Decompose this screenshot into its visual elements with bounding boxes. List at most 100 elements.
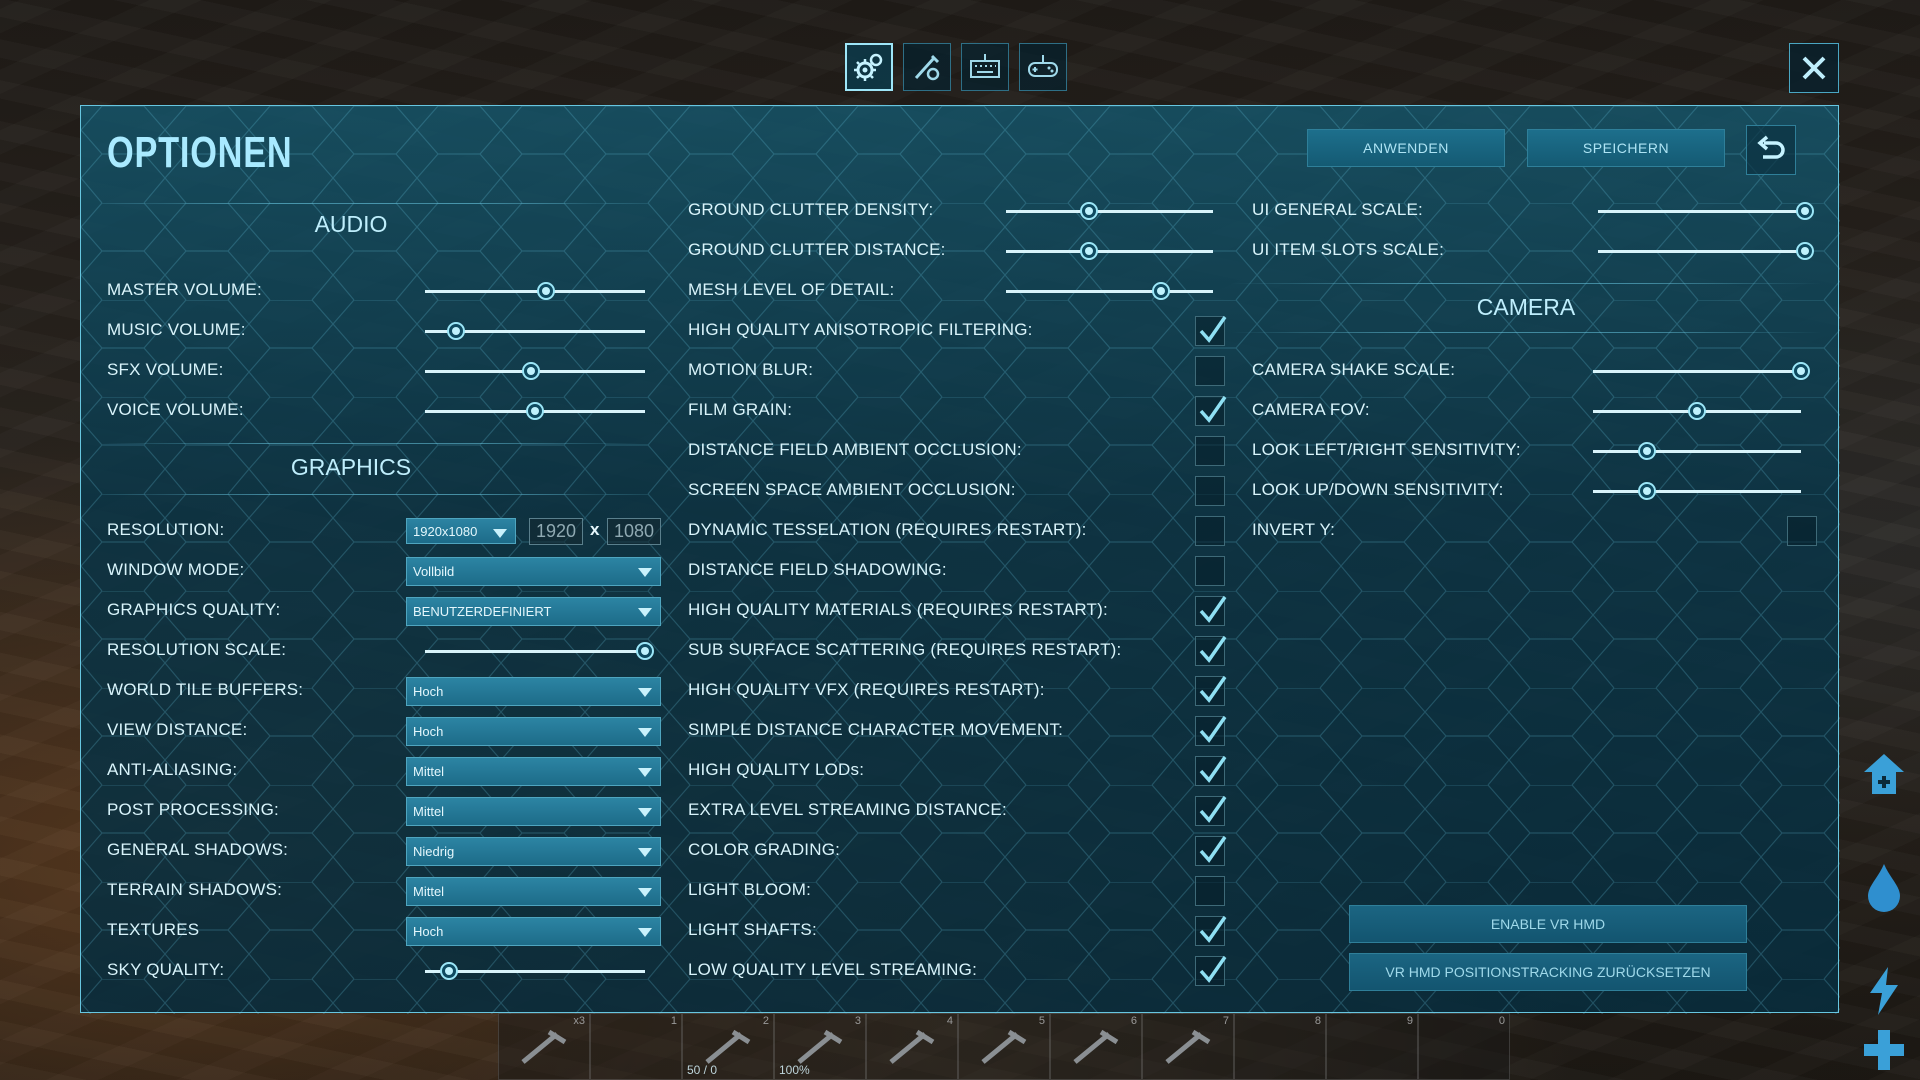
checkbox-label: DYNAMIC TESSELATION (REQUIRES RESTART): [688,520,1087,539]
look-lr-sensitivity-slider[interactable] [1593,440,1801,462]
slider-knob[interactable] [1079,202,1098,220]
terrain-shadows-select[interactable]: Mittel [406,877,661,906]
checkmark-icon [1199,956,1227,983]
chevron-down-icon [638,888,652,897]
invert-y-label: INVERT Y: [1252,520,1336,539]
sfx-volume-slider[interactable] [425,360,645,382]
slider-track [1598,250,1805,253]
option-checkbox[interactable] [1195,356,1225,386]
slider-knob[interactable] [1688,402,1706,420]
slider-knob[interactable] [1638,442,1657,460]
post-processing-select[interactable]: Mittel [406,797,661,826]
slot-number: 8 [1314,1015,1321,1027]
general-shadows-selected: Niedrig [413,844,455,859]
chevron-down-icon [638,928,652,937]
ground-clutter-density-slider[interactable] [1006,200,1213,222]
option-checkbox[interactable] [1195,756,1227,786]
tab-advanced-settings[interactable] [903,43,951,91]
lightning-icon [1870,967,1898,1015]
slider-knob[interactable] [521,362,540,380]
slider-knob[interactable] [446,322,465,340]
tab-general-settings[interactable] [845,43,893,91]
hotbar-slot[interactable]: 9 [1326,1013,1418,1080]
hotbar-slot[interactable]: 1 [590,1013,682,1080]
save-button[interactable]: SPEICHERN [1527,129,1725,167]
voice-volume-slider[interactable] [425,400,645,422]
ui-general-scale-slider[interactable] [1598,200,1814,222]
slider-knob[interactable] [526,402,544,420]
graphics-quality-select[interactable]: BENUTZERDEFINIERT [406,597,661,626]
option-checkbox[interactable] [1195,956,1227,986]
option-checkbox[interactable] [1195,636,1227,666]
reset-vr-tracking-button[interactable]: VR HMD POSITIONSTRACKING ZURÜCKSETZEN [1349,953,1747,991]
chevron-down-icon [638,808,652,817]
ground-clutter-distance-label: GROUND CLUTTER DISTANCE: [688,240,946,259]
music-volume-slider[interactable] [425,320,645,342]
option-checkbox[interactable] [1195,436,1225,466]
hotbar-slot[interactable]: 5 [958,1013,1050,1080]
option-checkbox[interactable] [1195,476,1225,506]
hotbar-slot[interactable]: 7 [1142,1013,1234,1080]
enable-vr-hmd-button[interactable]: ENABLE VR HMD [1349,905,1747,943]
slot-number: x3 [573,1015,585,1027]
checkmark-icon [1199,836,1227,863]
world-tile-buffers-select[interactable]: Hoch [406,677,661,706]
option-checkbox[interactable] [1195,676,1227,706]
camera-fov-slider[interactable] [1593,400,1801,422]
option-checkbox[interactable] [1195,716,1227,746]
hotbar-slot[interactable]: 3 100% [774,1013,866,1080]
resolution-height-input[interactable]: 1080 [607,518,661,545]
option-checkbox[interactable] [1195,596,1227,626]
apply-button[interactable]: ANWENDEN [1307,129,1505,167]
option-checkbox[interactable] [1195,916,1227,946]
resolution-scale-slider[interactable] [425,640,654,662]
undo-button[interactable] [1746,125,1796,175]
hotbar-slot[interactable]: 2 50 / 0 [682,1013,774,1080]
textures-select[interactable]: Hoch [406,917,661,946]
close-button[interactable] [1789,43,1839,93]
option-checkbox[interactable] [1195,516,1225,546]
invert-y-checkbox[interactable] [1787,516,1817,546]
ui-item-slots-scale-slider[interactable] [1598,240,1814,262]
hotbar-slot[interactable]: 6 [1050,1013,1142,1080]
anti-aliasing-select[interactable]: Mittel [406,757,661,786]
mesh-level-of-detail-slider[interactable] [1006,280,1213,302]
health-plus-icon [1864,1030,1904,1070]
slider-knob[interactable] [1796,242,1814,260]
hotbar-slot[interactable]: 8 [1234,1013,1326,1080]
resolution-width-input[interactable]: 1920 [529,518,583,545]
camera-shake-scale-slider[interactable] [1593,360,1810,382]
tab-gamepad[interactable] [1019,43,1067,91]
hotbar-slot[interactable]: 0 [1418,1013,1510,1080]
general-shadows-select[interactable]: Niedrig [406,837,661,866]
hotbar-slot[interactable]: x3 [498,1013,590,1080]
slider-knob[interactable] [1638,482,1657,500]
slider-knob[interactable] [1796,202,1814,220]
checkmark-icon [1199,676,1227,703]
sky-quality-label: SKY QUALITY: [107,960,225,979]
option-checkbox[interactable] [1195,556,1225,586]
window-mode-select[interactable]: Vollbild [406,557,661,586]
look-ud-sensitivity-slider[interactable] [1593,480,1801,502]
look-ud-sensitivity-label: LOOK UP/DOWN SENSITIVITY: [1252,480,1504,499]
slider-knob[interactable] [440,962,459,980]
option-checkbox[interactable] [1195,876,1225,906]
option-checkbox[interactable] [1195,396,1227,426]
master-volume-slider[interactable] [425,280,645,302]
resolution-select[interactable]: 1920x1080 [406,518,516,544]
sky-quality-slider[interactable] [425,960,645,982]
view-distance-select[interactable]: Hoch [406,717,661,746]
slider-knob[interactable] [1152,282,1171,300]
checkbox-label: HIGH QUALITY VFX (REQUIRES RESTART): [688,680,1045,699]
option-checkbox[interactable] [1195,316,1227,346]
voice-volume-label: VOICE VOLUME: [107,400,244,419]
option-checkbox[interactable] [1195,796,1227,826]
slider-knob[interactable] [636,642,654,660]
ground-clutter-distance-slider[interactable] [1006,240,1213,262]
tab-keybindings[interactable] [961,43,1009,91]
slider-knob[interactable] [1079,242,1098,260]
option-checkbox[interactable] [1195,836,1227,866]
slider-knob[interactable] [1792,362,1810,380]
slider-knob[interactable] [537,282,555,300]
hotbar-slot[interactable]: 4 [866,1013,958,1080]
